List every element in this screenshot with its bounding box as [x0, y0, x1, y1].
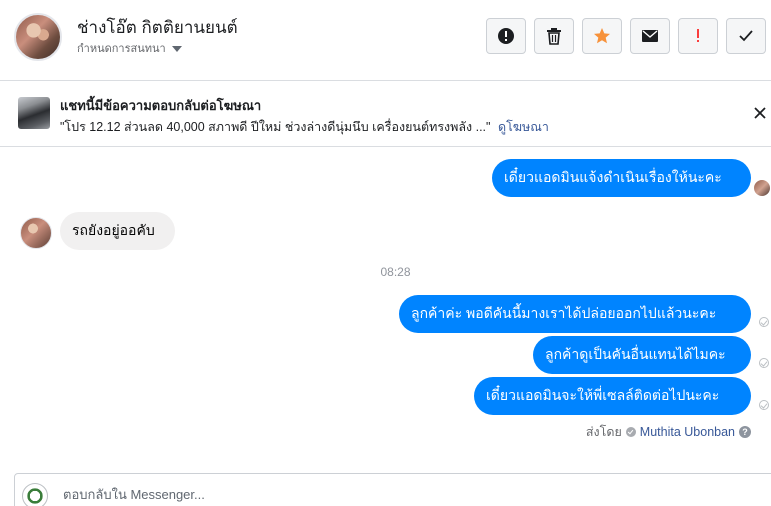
outgoing-message[interactable]: ลูกค้าค่ะ พอดีคันนี้มางเราได้ปล่อยออกไปแ… [399, 295, 751, 333]
contact-name[interactable]: ช่างโอ๊ต กิตติยานยนต์ [77, 14, 238, 41]
conversation-header: ช่างโอ๊ต กิตติยานยนต์ กำหนดการสนทนา [0, 0, 771, 81]
trash-icon [547, 28, 561, 45]
delivered-check-icon [759, 358, 769, 368]
mark-unread-button[interactable] [630, 18, 670, 54]
sender-name-link[interactable]: Muthita Ubonban [640, 425, 735, 439]
checkmark-icon [739, 30, 753, 42]
message-timestamp: 08:28 [380, 265, 411, 279]
outgoing-message[interactable]: เดี๋ยวแอดมินแจ้งดำเนินเรื่องให้นะคะ [492, 159, 751, 197]
ad-quote-text: "โปร 12.12 ส่วนลด 40,000 สภาพดี ปีใหม่ ช… [60, 120, 491, 134]
star-icon [594, 28, 610, 44]
outgoing-message[interactable]: เดี๋ยวแอดมินจะให้พี่เซลล์ติดต่อไปนะคะ [474, 377, 751, 415]
exclamation-icon [697, 29, 699, 42]
sent-by-prefix: ส่งโดย [585, 425, 622, 439]
page-avatar [22, 483, 48, 506]
caret-down-icon [171, 45, 182, 52]
close-icon[interactable] [752, 105, 768, 121]
ad-reply-banner: แชทนี้มีข้อความตอบกลับต่อโฆษณา "โปร 12.1… [0, 81, 771, 147]
assign-conversation-label: กำหนดการสนทนา [77, 43, 166, 55]
contact-avatar-small[interactable] [20, 217, 52, 249]
seen-avatar [754, 180, 770, 196]
contact-avatar[interactable] [14, 13, 62, 61]
delivered-check-icon [759, 317, 769, 327]
envelope-icon [642, 30, 658, 42]
verified-check-icon [625, 427, 636, 437]
conversation-actions-toolbar [486, 18, 766, 54]
help-icon[interactable]: ? [739, 426, 751, 438]
ad-banner-text: "โปร 12.12 ส่วนลด 40,000 สภาพดี ปีใหม่ ช… [60, 117, 549, 137]
report-button[interactable] [486, 18, 526, 54]
ad-banner-title: แชทนี้มีข้อความตอบกลับต่อโฆษณา [60, 98, 262, 113]
outgoing-message[interactable]: ลูกค้าดูเป็นคันอื่นแทนได้ไมคะ [533, 336, 751, 374]
delete-button[interactable] [534, 18, 574, 54]
star-button[interactable] [582, 18, 622, 54]
ad-thumbnail[interactable] [18, 97, 50, 129]
sent-by-info: ส่งโดย Muthita Ubonban ? [586, 422, 751, 442]
view-ad-link[interactable]: ดูโฆษณา [498, 120, 549, 134]
mark-spam-button[interactable] [678, 18, 718, 54]
incoming-message[interactable]: รถยังอยู่ออคับ [60, 212, 175, 250]
alert-circle-icon [498, 28, 514, 44]
assign-conversation-dropdown[interactable]: กำหนดการสนทนา [77, 39, 182, 57]
reply-input[interactable] [63, 487, 563, 502]
delivered-check-icon [759, 400, 769, 410]
mark-done-button[interactable] [726, 18, 766, 54]
